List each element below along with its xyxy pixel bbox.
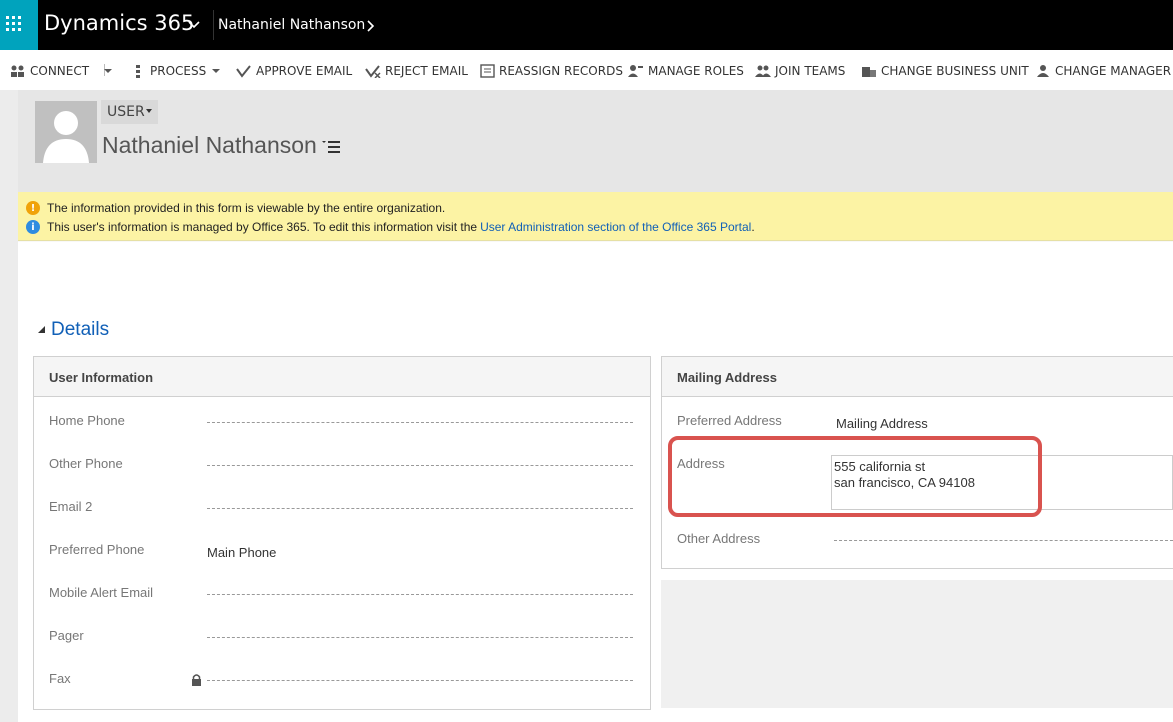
connect-button[interactable]: CONNECT — [10, 62, 89, 80]
reject-email-button[interactable]: REJECT EMAIL — [365, 62, 468, 80]
user-information-panel: User Information — [33, 356, 651, 710]
warning-text: The information provided in this form is… — [47, 201, 446, 215]
email-2-field[interactable] — [207, 508, 633, 509]
join-teams-label: JOIN TEAMS — [775, 64, 846, 78]
manage-roles-label: MANAGE ROLES — [648, 64, 744, 78]
approve-email-icon — [236, 65, 251, 78]
hamburger-menu-icon[interactable] — [322, 140, 340, 154]
mobile-alert-email-label: Mobile Alert Email — [49, 585, 154, 600]
join-teams-icon — [755, 65, 771, 77]
pager-label: Pager — [49, 628, 84, 643]
change-business-unit-label: CHANGE BUSINESS UNIT — [881, 64, 1029, 78]
email-2-label: Email 2 — [49, 499, 93, 514]
chevron-right-icon[interactable] — [365, 19, 375, 33]
approve-email-button[interactable]: APPROVE EMAIL — [236, 62, 352, 80]
breadcrumb[interactable]: Nathaniel Nathanson — [218, 17, 365, 33]
app-title[interactable]: Dynamics 365 — [44, 11, 194, 35]
caret-down-icon — [104, 69, 112, 73]
other-address-label: Other Address — [677, 531, 761, 546]
preferred-phone-field[interactable]: Main Phone — [207, 545, 276, 560]
connect-label: CONNECT — [30, 64, 90, 78]
office365-portal-link[interactable]: User Administration section of the Offic… — [480, 220, 751, 234]
other-phone-field[interactable] — [207, 465, 633, 466]
connect-dropdown[interactable] — [104, 62, 116, 80]
empty-section-area — [661, 580, 1173, 708]
connect-icon — [11, 65, 24, 77]
caret-down-icon — [212, 69, 221, 73]
reject-email-icon — [365, 65, 381, 78]
details-section-toggle[interactable]: Details — [38, 319, 109, 341]
preferred-phone-label: Preferred Phone — [49, 542, 145, 557]
change-manager-label: CHANGE MANAGER — [1055, 64, 1172, 78]
chevron-down-icon[interactable] — [187, 17, 201, 31]
join-teams-button[interactable]: JOIN TEAMS — [755, 62, 845, 80]
change-manager-icon — [1037, 65, 1049, 77]
reassign-records-icon — [480, 64, 495, 78]
manage-roles-button[interactable]: MANAGE ROLES — [628, 62, 744, 80]
info-text-end: . — [751, 220, 755, 234]
avatar[interactable] — [35, 101, 97, 163]
change-manager-button[interactable]: CHANGE MANAGER — [1035, 62, 1171, 80]
app-launcher-button[interactable] — [0, 0, 38, 50]
other-address-field[interactable] — [834, 540, 1173, 541]
other-phone-label: Other Phone — [49, 456, 123, 471]
info-notification: i This user's information is managed by … — [26, 219, 755, 235]
preferred-address-label: Preferred Address — [677, 413, 782, 428]
lock-icon — [192, 674, 201, 686]
pager-field[interactable] — [207, 637, 633, 638]
mobile-alert-email-field[interactable] — [207, 594, 633, 595]
reassign-records-label: REASSIGN RECORDS — [499, 64, 623, 78]
home-phone-field[interactable] — [207, 422, 633, 423]
process-button[interactable]: PROCESS — [134, 62, 224, 80]
left-gutter — [0, 90, 18, 722]
caret-down-icon — [146, 109, 152, 113]
fax-label: Fax — [49, 671, 71, 686]
manage-roles-icon — [628, 65, 643, 77]
home-phone-label: Home Phone — [49, 413, 125, 428]
waffle-icon — [6, 16, 21, 31]
record-name: Nathaniel Nathanson — [102, 132, 317, 158]
command-bar: CONNECT PROCESS APPROVE EMAIL REJECT EMA… — [0, 50, 1173, 90]
collapse-triangle-icon — [38, 326, 45, 333]
person-icon — [43, 111, 89, 163]
info-text: This user's information is managed by Of… — [47, 220, 478, 234]
nav-divider — [213, 10, 214, 40]
user-information-header: User Information — [34, 357, 650, 397]
info-icon: i — [26, 220, 40, 234]
process-icon — [136, 65, 140, 78]
preferred-address-field[interactable]: Mailing Address — [836, 416, 928, 431]
change-business-unit-button[interactable]: CHANGE BUSINESS UNIT — [861, 62, 1029, 80]
highlight-annotation — [668, 436, 1042, 517]
warning-icon: ! — [26, 201, 40, 215]
approve-email-label: APPROVE EMAIL — [256, 64, 353, 78]
top-nav-bar: Dynamics 365 Nathaniel Nathanson — [0, 0, 1173, 50]
entity-label: USER — [107, 104, 145, 120]
reassign-records-button[interactable]: REASSIGN RECORDS — [480, 62, 623, 80]
details-title: Details — [51, 319, 110, 340]
mailing-address-header: Mailing Address — [662, 357, 1173, 397]
reject-email-label: REJECT EMAIL — [385, 64, 468, 78]
fax-field[interactable] — [207, 680, 633, 681]
notification-bar: ! The information provided in this form … — [18, 192, 1173, 241]
warning-notification: ! The information provided in this form … — [26, 200, 445, 216]
process-label: PROCESS — [150, 64, 207, 78]
business-unit-icon — [862, 67, 876, 77]
